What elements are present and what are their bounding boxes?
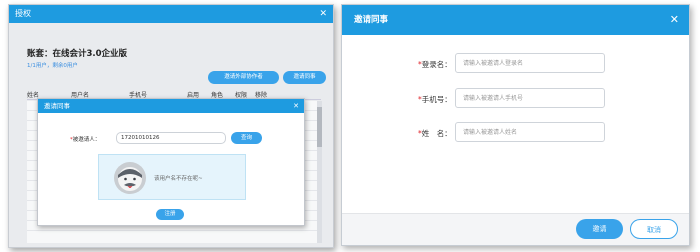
close-icon[interactable]: ✕	[319, 5, 327, 23]
close-icon[interactable]: ✕	[293, 99, 299, 113]
authorize-window-title: 授权	[15, 9, 31, 18]
user-avatar-icon	[114, 162, 146, 194]
table-scrollbar-thumb[interactable]	[317, 107, 322, 147]
phone-label: *手机号：	[418, 94, 452, 105]
invitee-label-text: 被邀请人：	[72, 137, 101, 143]
name-label-text: 姓 名：	[421, 129, 452, 138]
dialog-footer: 邀请 取消	[342, 213, 689, 245]
invite-dialog-title: 邀请同事	[44, 102, 70, 110]
invite-colleague-dialog-small: 邀请同事 ✕ *被邀请人： 17201010126 查询 该用户名不存在呢~ 注…	[37, 98, 305, 226]
invite-colleague-dialog: 邀请同事 ✕ *登录名： 请输入被邀请人登录名 *手机号： 请输入被邀请人手机号…	[341, 4, 690, 246]
login-name-label: *登录名：	[418, 59, 452, 70]
register-button[interactable]: 注册	[156, 209, 184, 220]
name-label: *姓 名：	[418, 128, 452, 139]
close-icon[interactable]: ✕	[670, 5, 679, 35]
authorize-window: 授权 ✕ 账套：在线会计3.0企业版 1/1用户，剩余0用户 邀请外部协作者 邀…	[8, 4, 334, 248]
dialog-title-bar: 邀请同事 ✕	[342, 5, 689, 35]
invite-external-button[interactable]: 邀请外部协作者	[208, 71, 279, 84]
user-not-found-text: 该用户名不存在呢~	[154, 176, 203, 182]
user-not-found-notice: 该用户名不存在呢~	[98, 154, 246, 200]
search-button[interactable]: 查询	[231, 132, 262, 144]
authorize-title-bar: 授权 ✕	[9, 5, 333, 23]
dialog-title: 邀请同事	[354, 15, 389, 25]
phone-input[interactable]: 请输入被邀请人手机号	[455, 88, 605, 108]
invite-button[interactable]: 邀请	[576, 219, 623, 239]
invitee-input[interactable]: 17201010126	[116, 132, 226, 144]
cancel-button[interactable]: 取消	[630, 219, 678, 239]
name-input[interactable]: 请输入被邀请人姓名	[455, 122, 605, 142]
login-name-label-text: 登录名：	[421, 60, 452, 69]
invite-colleague-button[interactable]: 邀请同事	[283, 71, 326, 84]
phone-label-text: 手机号：	[421, 95, 452, 104]
invite-dialog-title-bar: 邀请同事 ✕	[38, 99, 304, 113]
login-name-input[interactable]: 请输入被邀请人登录名	[455, 53, 605, 73]
account-user-count: 1/1用户，剩余0用户	[27, 63, 78, 69]
account-title: 账套：在线会计3.0企业版	[27, 49, 128, 59]
invitee-label: *被邀请人：	[70, 135, 100, 143]
